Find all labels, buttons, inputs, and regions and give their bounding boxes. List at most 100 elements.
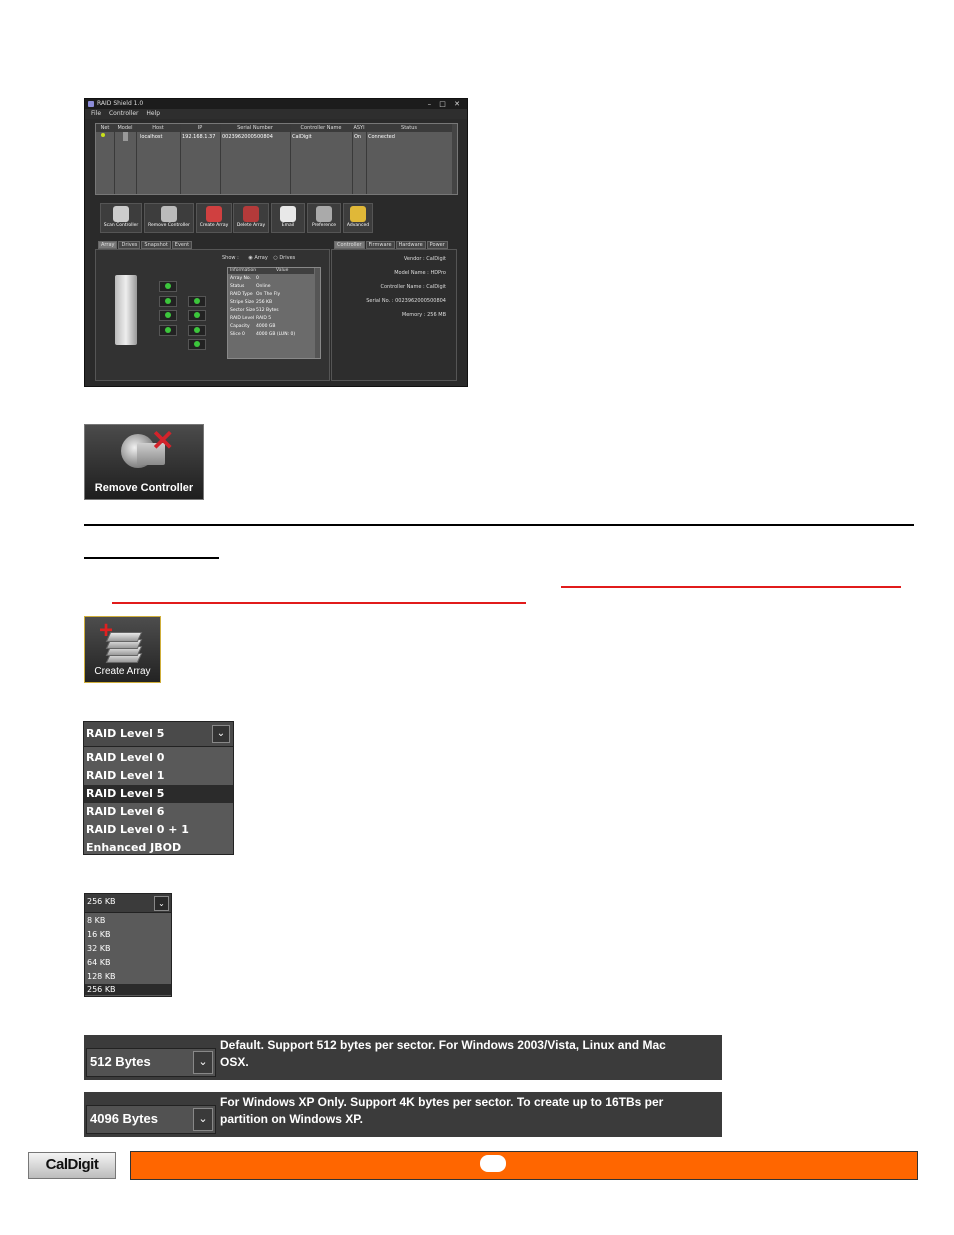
raid-option-highlighted[interactable]: RAID Level 5 <box>84 785 233 803</box>
advanced-button[interactable]: Advanced <box>343 203 373 233</box>
tab-power[interactable]: Power <box>426 241 448 249</box>
info-header: Information Value <box>228 268 314 274</box>
chevron-down-icon[interactable]: ⌄ <box>154 896 169 911</box>
drive-icon[interactable] <box>188 310 206 321</box>
col-model[interactable]: Model <box>114 124 136 132</box>
tab-firmware[interactable]: Firmware <box>365 241 395 249</box>
info-scrollbar[interactable] <box>315 268 320 358</box>
stripe-option[interactable]: 8 KB <box>85 914 171 928</box>
sector-4096-description: For Windows XP Only. Support 4K bytes pe… <box>220 1095 664 1126</box>
radio-array[interactable]: ◉ Array <box>248 255 267 261</box>
col-serial[interactable]: Serial Number <box>220 124 290 132</box>
col-net[interactable]: Net <box>96 124 114 132</box>
preference-button[interactable]: Preference <box>307 203 341 233</box>
right-tabs: Controller Firmware Hardware Power <box>334 241 449 249</box>
raid-level-selected[interactable]: RAID Level 5 ⌄ <box>84 722 233 747</box>
drive-icon[interactable] <box>159 281 177 292</box>
model-name-text: Model Name : HDPro <box>394 270 446 276</box>
sector-size-dropdown[interactable]: 512 Bytes ⌄ <box>86 1048 216 1077</box>
delete-array-button[interactable]: Delete Array <box>233 203 269 233</box>
sector-512-description: Default. Support 512 bytes per sector. F… <box>220 1038 666 1069</box>
warning-underline <box>561 586 901 588</box>
radio-drives[interactable]: ○ Drives <box>273 255 295 261</box>
col-controller[interactable]: Controller Name <box>290 124 352 132</box>
chevron-down-icon[interactable]: ⌄ <box>193 1051 213 1074</box>
delete-array-icon <box>243 206 259 222</box>
table-row[interactable]: localhost 192.168.1.37 0023962000500804 … <box>96 133 452 141</box>
drive-icon[interactable] <box>159 325 177 336</box>
raid-option[interactable]: RAID Level 0 + 1 <box>84 821 233 839</box>
remove-icon <box>161 206 177 222</box>
col-asyi[interactable]: ASYI <box>352 124 366 132</box>
col-status[interactable]: Status <box>366 124 452 132</box>
drive-icon[interactable] <box>188 296 206 307</box>
create-array-label: Create Array <box>94 666 151 677</box>
scan-controller-button[interactable]: Scan Controller <box>100 203 142 233</box>
gear-icon <box>350 206 366 222</box>
row-status: Connected <box>368 134 395 140</box>
create-array-icon <box>206 206 222 222</box>
serial-text: Serial No. : 0023962000500804 <box>366 298 446 304</box>
chevron-down-icon[interactable]: ⌄ <box>193 1108 213 1131</box>
raid-shield-window: RAID Shield 1.0 – □ ✕ File Controller He… <box>84 98 468 387</box>
row-controller: CalDigit <box>292 134 312 140</box>
stripe-option-highlighted[interactable]: 256 KB <box>85 984 171 995</box>
drive-icon[interactable] <box>188 339 206 350</box>
drive-icon[interactable] <box>159 310 177 321</box>
email-button[interactable]: Email <box>271 203 305 233</box>
chevron-down-icon[interactable]: ⌄ <box>212 725 230 743</box>
server-icon <box>115 275 137 345</box>
memory-text: Memory : 256 MB <box>401 312 446 318</box>
stripe-size-selected[interactable]: 256 KB ⌄ <box>85 894 171 913</box>
info-row: Array No. 0 <box>230 276 259 281</box>
info-row: RAID Type On The Fly <box>230 292 281 297</box>
info-row: Slice 0 4000 GB (LUN: 0) <box>230 332 296 337</box>
sector-4096-panel: 4096 Bytes ⌄ For Windows XP Only. Suppor… <box>84 1092 722 1137</box>
create-array-button[interactable]: Create Array <box>196 203 232 233</box>
left-tabs: Array Drives Snapshot Event <box>98 241 193 249</box>
raid-option[interactable]: Enhanced JBOD <box>84 839 233 853</box>
tab-hardware[interactable]: Hardware <box>395 241 426 249</box>
envelope-icon <box>280 206 296 222</box>
scan-icon <box>113 206 129 222</box>
section-divider <box>84 524 914 526</box>
stripe-size-dropdown[interactable]: 256 KB ⌄ 8 KB 16 KB 32 KB 64 KB 128 KB 2… <box>84 893 172 997</box>
controller-name-text: Controller Name : CalDigit <box>380 284 446 290</box>
stripe-option[interactable]: 32 KB <box>85 942 171 956</box>
window-controls[interactable]: – □ ✕ <box>428 99 463 109</box>
drive-icon[interactable] <box>188 325 206 336</box>
menu-file[interactable]: File <box>91 110 101 117</box>
stripe-option[interactable]: 64 KB <box>85 956 171 970</box>
info-row: Sector Size 512 Bytes <box>230 308 279 313</box>
raid-option[interactable]: RAID Level 6 <box>84 803 233 821</box>
warning-underline <box>112 602 526 604</box>
controller-info-panel: Vendor : CalDigit Model Name : HDPro Con… <box>331 249 457 381</box>
col-host[interactable]: Host <box>136 124 180 132</box>
stripe-option[interactable]: 128 KB <box>85 970 171 984</box>
remove-x-icon: ✕ <box>151 425 175 456</box>
raid-level-dropdown[interactable]: RAID Level 5 ⌄ RAID Level 0 RAID Level 1… <box>83 721 234 855</box>
heading-underline <box>84 557 219 559</box>
raid-option[interactable]: RAID Level 0 <box>84 749 233 767</box>
row-host: localhost <box>140 134 163 140</box>
tab-snapshot[interactable]: Snapshot <box>141 241 171 249</box>
remove-controller-icon-button[interactable]: ✕ Remove Controller <box>84 424 204 500</box>
remove-controller-button[interactable]: Remove Controller <box>144 203 194 233</box>
table-header: Net Model Host IP Serial Number Controll… <box>96 124 452 132</box>
app-icon <box>88 101 94 107</box>
stripe-option[interactable]: 16 KB <box>85 928 171 942</box>
menu-help[interactable]: Help <box>146 110 160 117</box>
col-ip[interactable]: IP <box>180 124 220 132</box>
create-array-icon-button[interactable]: + Create Array <box>84 616 161 683</box>
tab-controller[interactable]: Controller <box>334 241 365 249</box>
tab-array[interactable]: Array <box>98 241 118 249</box>
tab-drives[interactable]: Drives <box>118 241 141 249</box>
vendor-text: Vendor : CalDigit <box>403 256 446 262</box>
window-titlebar: RAID Shield 1.0 – □ ✕ <box>85 99 467 109</box>
sector-size-dropdown[interactable]: 4096 Bytes ⌄ <box>86 1105 216 1134</box>
raid-option[interactable]: RAID Level 1 <box>84 767 233 785</box>
menu-controller[interactable]: Controller <box>109 110 139 117</box>
drive-icon[interactable] <box>159 296 177 307</box>
tab-event[interactable]: Event <box>171 241 193 249</box>
table-scrollbar[interactable] <box>452 124 457 194</box>
